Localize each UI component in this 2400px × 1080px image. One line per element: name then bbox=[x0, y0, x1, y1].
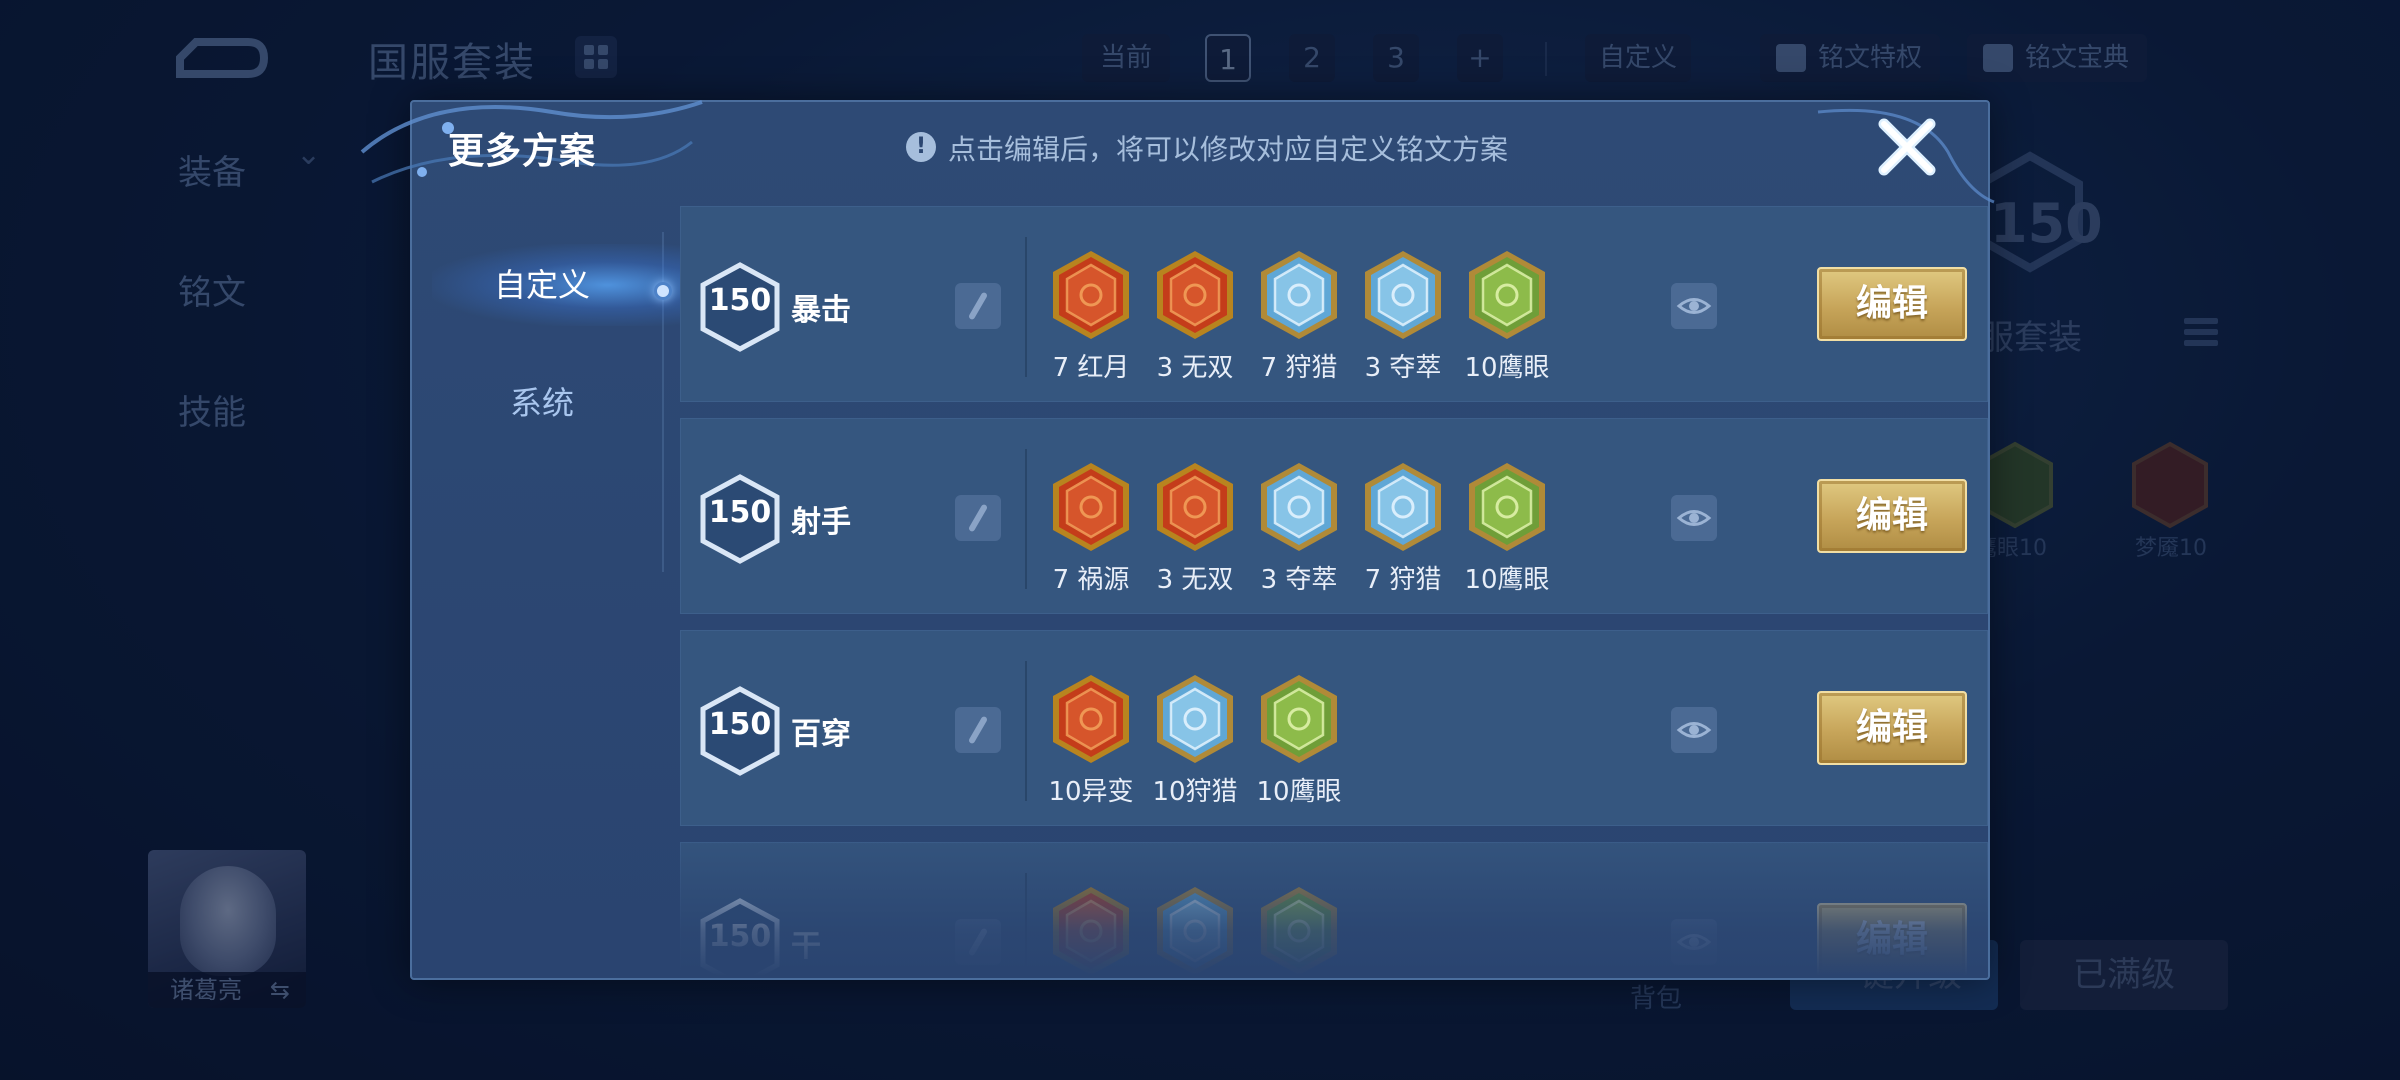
rune-green-icon[interactable] bbox=[1259, 885, 1339, 976]
scheme-type-tabs: 自定义 系统 bbox=[412, 202, 682, 572]
rune-label: 10异变 bbox=[1048, 777, 1134, 807]
edit-button[interactable]: 编辑 bbox=[1817, 903, 1967, 976]
rune-label: 3 无双 bbox=[1156, 353, 1234, 383]
rune-label: 7 红月 bbox=[1052, 353, 1130, 383]
scheme-name: 百穿 bbox=[791, 717, 851, 752]
rune-red-icon[interactable] bbox=[1051, 673, 1131, 765]
rune-green-icon[interactable] bbox=[1467, 249, 1547, 341]
close-icon[interactable] bbox=[1872, 112, 1942, 182]
scheme-level: 150 bbox=[708, 495, 772, 530]
tab-custom[interactable]: 自定义 bbox=[412, 260, 672, 306]
rune-label: 7 狩猎 bbox=[1364, 565, 1442, 595]
row-divider bbox=[1025, 661, 1027, 801]
scheme-list[interactable]: 150 暴击 7 红月 3 无双 7 狩猎 3 夺萃 10鹰眼 编辑 150 射手 7 … bbox=[680, 206, 1988, 976]
tab-system[interactable]: 系统 bbox=[412, 378, 672, 424]
edit-button[interactable]: 编辑 bbox=[1817, 267, 1967, 341]
rune-blue-icon[interactable] bbox=[1363, 249, 1443, 341]
rune-blue-icon[interactable] bbox=[1363, 461, 1443, 553]
eye-icon[interactable] bbox=[1671, 283, 1717, 329]
rename-button[interactable] bbox=[955, 283, 1001, 329]
rune-label: 7 狩猎 bbox=[1260, 353, 1338, 383]
rune-red-icon[interactable] bbox=[1155, 461, 1235, 553]
scheme-row: 150 百穿 10异变 10狩猎 10鹰眼 编辑 bbox=[680, 630, 1988, 826]
scheme-level: 150 bbox=[708, 283, 772, 318]
eye-icon[interactable] bbox=[1671, 495, 1717, 541]
rune-label: 3 夺萃 bbox=[1364, 353, 1442, 383]
rune-green-icon[interactable] bbox=[1467, 461, 1547, 553]
more-schemes-dialog: 更多方案 ! 点击编辑后，将可以修改对应自定义铭文方案 自定义 系统 150 暴… bbox=[360, 100, 1995, 980]
eye-icon[interactable] bbox=[1671, 919, 1717, 965]
scheme-name: 射手 bbox=[791, 505, 851, 540]
eye-icon[interactable] bbox=[1671, 707, 1717, 753]
rune-label: 7 祸源 bbox=[1052, 565, 1130, 595]
row-divider bbox=[1025, 449, 1027, 589]
rune-label: 10鹰眼 bbox=[1464, 565, 1550, 595]
rune-label: 10狩猎 bbox=[1152, 777, 1238, 807]
rune-red-icon[interactable] bbox=[1155, 249, 1235, 341]
dialog-hint: 点击编辑后，将可以修改对应自定义铭文方案 bbox=[948, 133, 1509, 166]
rune-label: 3 夺萃 bbox=[1260, 565, 1338, 595]
rename-button[interactable] bbox=[955, 707, 1001, 753]
rune-blue-icon[interactable] bbox=[1259, 249, 1339, 341]
rune-red-icon[interactable] bbox=[1051, 249, 1131, 341]
scheme-row: 150 射手 7 祸源 3 无双 3 夺萃 7 狩猎 10鹰眼 编辑 bbox=[680, 418, 1988, 614]
rename-button[interactable] bbox=[955, 495, 1001, 541]
scheme-row: 150 干 编辑 bbox=[680, 842, 1988, 976]
rune-label: 10鹰眼 bbox=[1464, 353, 1550, 383]
rune-blue-icon[interactable] bbox=[1155, 885, 1235, 976]
rune-blue-icon[interactable] bbox=[1155, 673, 1235, 765]
rune-red-icon[interactable] bbox=[1051, 885, 1131, 976]
scheme-row: 150 暴击 7 红月 3 无双 7 狩猎 3 夺萃 10鹰眼 编辑 bbox=[680, 206, 1988, 402]
info-icon: ! bbox=[906, 132, 936, 162]
rune-blue-icon[interactable] bbox=[1259, 461, 1339, 553]
dialog-title: 更多方案 bbox=[448, 131, 597, 172]
scheme-level: 150 bbox=[708, 707, 772, 742]
edit-button[interactable]: 编辑 bbox=[1817, 479, 1967, 553]
rename-button[interactable] bbox=[955, 919, 1001, 965]
scheme-name: 暴击 bbox=[791, 293, 851, 328]
scheme-level: 150 bbox=[708, 919, 772, 954]
edit-button[interactable]: 编辑 bbox=[1817, 691, 1967, 765]
rune-label: 3 无双 bbox=[1156, 565, 1234, 595]
rune-green-icon[interactable] bbox=[1259, 673, 1339, 765]
dialog-header: 更多方案 ! 点击编辑后，将可以修改对应自定义铭文方案 bbox=[412, 102, 1988, 202]
rune-label: 10鹰眼 bbox=[1256, 777, 1342, 807]
row-divider bbox=[1025, 237, 1027, 377]
rune-red-icon[interactable] bbox=[1051, 461, 1131, 553]
scheme-name: 干 bbox=[791, 929, 821, 964]
row-divider bbox=[1025, 873, 1027, 976]
active-tab-indicator bbox=[654, 282, 672, 300]
